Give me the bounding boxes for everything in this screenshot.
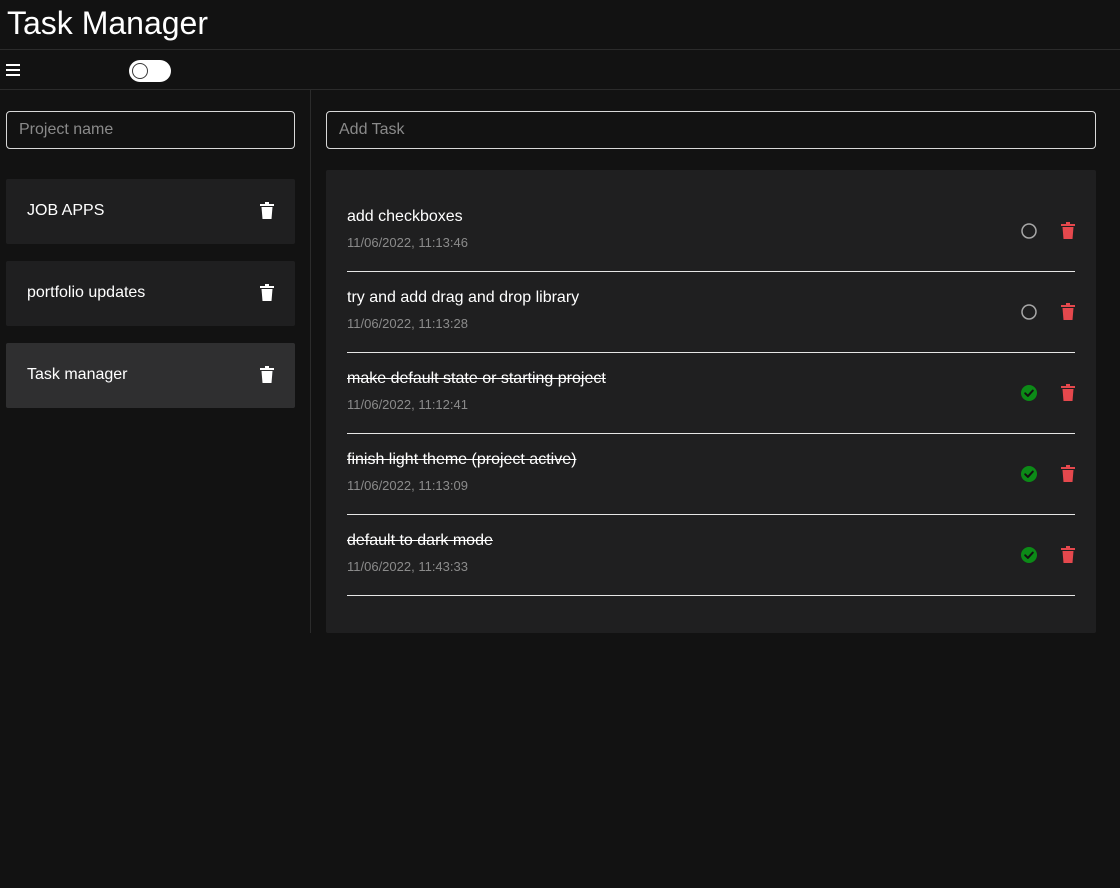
check-circle-icon[interactable]	[1021, 547, 1037, 563]
trash-icon[interactable]	[260, 202, 274, 219]
project-item-portfolio-updates[interactable]: portfolio updates	[6, 261, 295, 326]
task-title: make default state or starting project	[347, 370, 606, 387]
toggle-knob	[132, 63, 148, 79]
toolbar	[0, 50, 1120, 90]
trash-icon[interactable]	[260, 284, 274, 301]
task-timestamp: 11/06/2022, 11:13:46	[347, 235, 468, 250]
trash-icon[interactable]	[260, 366, 274, 383]
check-circle-icon[interactable]	[1021, 466, 1037, 482]
unchecked-circle-icon[interactable]	[1021, 304, 1037, 320]
sidebar: JOB APPS portfolio updates Task manager	[0, 90, 311, 633]
main-panel: add checkboxes 11/06/2022, 11:13:46 try …	[326, 90, 1096, 633]
project-item-job-apps[interactable]: JOB APPS	[6, 179, 295, 244]
task-title: finish light theme (project active)	[347, 451, 577, 468]
theme-toggle[interactable]	[129, 60, 171, 82]
task-item: finish light theme (project active) 11/0…	[347, 434, 1075, 515]
task-title: try and add drag and drop library	[347, 289, 580, 306]
trash-icon[interactable]	[1061, 465, 1075, 482]
task-list: add checkboxes 11/06/2022, 11:13:46 try …	[326, 170, 1096, 633]
unchecked-circle-icon[interactable]	[1021, 223, 1037, 239]
task-timestamp: 11/06/2022, 11:13:09	[347, 478, 468, 493]
add-task-input[interactable]	[326, 111, 1096, 149]
check-circle-icon[interactable]	[1021, 385, 1037, 401]
page-title: Task Manager	[7, 5, 208, 41]
task-item: make default state or starting project 1…	[347, 353, 1075, 434]
task-timestamp: 11/06/2022, 11:12:41	[347, 397, 468, 412]
trash-icon[interactable]	[1061, 303, 1075, 320]
project-label: JOB APPS	[27, 202, 105, 219]
project-label: portfolio updates	[27, 284, 146, 301]
task-title: default to dark mode	[347, 532, 493, 549]
task-title: add checkboxes	[347, 208, 463, 225]
project-label: Task manager	[27, 366, 128, 383]
task-item: add checkboxes 11/06/2022, 11:13:46	[347, 191, 1075, 272]
project-item-task-manager[interactable]: Task manager	[6, 343, 295, 408]
project-name-input[interactable]	[6, 111, 295, 149]
task-timestamp: 11/06/2022, 11:13:28	[347, 316, 468, 331]
app-header: Task Manager	[0, 0, 1120, 50]
task-item: default to dark mode 11/06/2022, 11:43:3…	[347, 515, 1075, 596]
task-timestamp: 11/06/2022, 11:43:33	[347, 559, 468, 574]
trash-icon[interactable]	[1061, 222, 1075, 239]
trash-icon[interactable]	[1061, 384, 1075, 401]
trash-icon[interactable]	[1061, 546, 1075, 563]
hamburger-menu-icon[interactable]	[6, 63, 20, 77]
task-item: try and add drag and drop library 11/06/…	[347, 272, 1075, 353]
